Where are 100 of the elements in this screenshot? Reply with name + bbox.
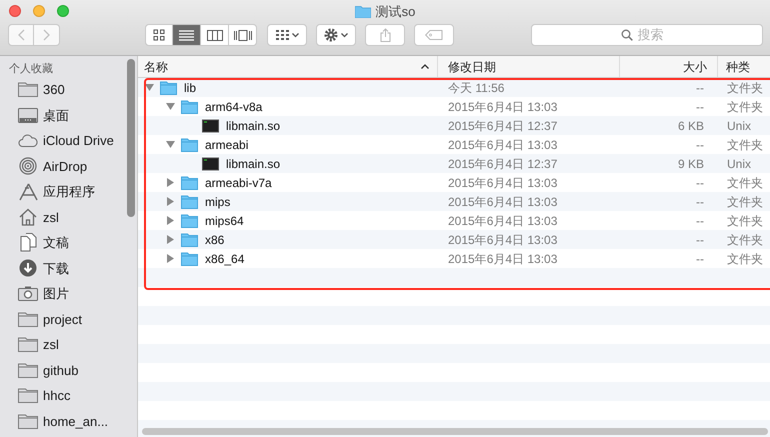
- sidebar-item[interactable]: home_an...: [43, 412, 108, 431]
- sidebar-item[interactable]: zsl: [43, 335, 59, 354]
- sidebar-item[interactable]: 图片: [43, 284, 69, 304]
- cloud-icon: [18, 134, 38, 148]
- tag-button[interactable]: [414, 24, 454, 46]
- gear-icon: [324, 28, 338, 42]
- documents-icon: [20, 233, 36, 252]
- folder-icon: [18, 312, 38, 327]
- folder-icon: [181, 138, 198, 152]
- sidebar-item[interactable]: 文稿: [43, 233, 69, 252]
- sidebar-item[interactable]: github: [43, 360, 78, 380]
- folder-icon: [354, 5, 371, 18]
- file-name[interactable]: x86: [205, 230, 224, 248]
- kind-cell: 文件夹: [727, 138, 763, 152]
- folder-icon: [18, 388, 38, 404]
- caret-icon: [341, 32, 348, 38]
- date-cell: 今天 11:56: [448, 80, 504, 94]
- folder-icon: [160, 80, 177, 94]
- disclosure-triangle-right-icon[interactable]: [167, 197, 174, 206]
- window-title: 测试so: [376, 3, 416, 21]
- size-cell-text: --: [696, 136, 704, 154]
- kind-cell: 文件夹: [727, 100, 763, 114]
- disclosure-triangle-right-icon[interactable]: [167, 254, 174, 263]
- horizontal-scrollbar[interactable]: [142, 428, 768, 435]
- disclosure-triangle-right-icon[interactable]: [167, 216, 174, 225]
- disclosure-triangle-right-icon[interactable]: [167, 235, 174, 244]
- size-cell-text: --: [696, 174, 704, 192]
- sidebar-item[interactable]: 桌面: [43, 106, 69, 125]
- close-button[interactable]: [9, 5, 21, 17]
- date-cell: 2015年6月4日 13:03: [448, 138, 558, 152]
- minimize-button[interactable]: [33, 5, 45, 17]
- file-name[interactable]: lib: [184, 78, 196, 96]
- search-field[interactable]: 搜索: [531, 24, 763, 46]
- sidebar-item[interactable]: project: [43, 310, 82, 329]
- folder-icon: [181, 100, 198, 114]
- date-cell: 2015年6月4日 13:03: [448, 176, 558, 190]
- scrollbar[interactable]: [127, 59, 135, 217]
- size-cell-text: --: [696, 98, 704, 116]
- file-name[interactable]: arm64-v8a: [205, 98, 262, 116]
- size-cell-text: --: [696, 232, 704, 248]
- kind-cell: Unix: [727, 118, 752, 132]
- view-mode-button[interactable]: [145, 24, 173, 46]
- disclosure-triangle-down-icon[interactable]: [166, 141, 175, 148]
- share-button[interactable]: [365, 24, 405, 46]
- columns-icon: [206, 30, 222, 40]
- disclosure-triangle-right-icon[interactable]: [167, 178, 174, 187]
- house-icon: [19, 208, 37, 226]
- desktop-icon: [18, 108, 38, 123]
- share-icon: [380, 28, 390, 42]
- kind-cell: 文件夹: [727, 176, 763, 190]
- sidebar-item[interactable]: zsl: [43, 208, 59, 227]
- file-name[interactable]: libmain.so: [226, 116, 280, 134]
- file-name[interactable]: armeabi-v7a: [205, 174, 272, 192]
- size-cell-text: --: [696, 250, 704, 268]
- camera-icon: [18, 286, 38, 302]
- folder-icon: [181, 214, 198, 228]
- sort-caret-icon: [421, 64, 429, 69]
- view-mode-button[interactable]: [201, 24, 229, 46]
- icon-view-icon: [153, 29, 165, 41]
- view-mode-button[interactable]: [229, 24, 257, 46]
- sidebar-item[interactable]: 应用程序: [43, 182, 95, 202]
- terminal-icon: [202, 118, 219, 132]
- size-cell-text: --: [696, 194, 704, 210]
- sidebar-item[interactable]: 下载: [43, 258, 69, 278]
- sidebar-item[interactable]: 360: [43, 80, 65, 100]
- arrange-button[interactable]: [267, 24, 307, 46]
- disclosure-triangle-down-icon[interactable]: [166, 103, 175, 110]
- view-mode-button[interactable]: [173, 24, 201, 46]
- kind-cell: 文件夹: [727, 80, 763, 94]
- folder-icon: [181, 232, 198, 246]
- folder-icon: [18, 362, 38, 378]
- sidebar-item[interactable]: AirDrop: [43, 156, 88, 176]
- column-header[interactable]: 大小: [683, 58, 707, 76]
- sidebar-item[interactable]: hhcc: [43, 386, 70, 406]
- search-input: 搜索: [638, 25, 674, 45]
- date-cell: 2015年6月4日 12:37: [448, 156, 558, 170]
- zoom-button[interactable]: [57, 5, 69, 17]
- list-icon: [179, 30, 194, 40]
- kind-cell: 文件夹: [727, 252, 763, 266]
- sidebar-item[interactable]: iCloud Drive: [43, 131, 114, 150]
- tag-icon: [425, 30, 443, 40]
- file-name[interactable]: mips64: [205, 212, 244, 230]
- date-cell: 2015年6月4日 13:03: [448, 100, 558, 114]
- action-button[interactable]: [316, 24, 356, 46]
- file-name[interactable]: x86_64: [205, 250, 244, 268]
- file-name[interactable]: mips: [205, 192, 230, 210]
- chevron-right-icon: [43, 29, 50, 41]
- folder-icon: [181, 194, 198, 208]
- column-header[interactable]: 种类: [726, 58, 750, 76]
- size-cell-text: --: [696, 80, 704, 96]
- kind-cell: 文件夹: [727, 214, 763, 228]
- size-cell-text: 9 KB: [678, 156, 704, 172]
- file-name[interactable]: armeabi: [205, 136, 248, 154]
- folder-icon: [181, 252, 198, 266]
- column-header[interactable]: 名称: [144, 58, 168, 76]
- terminal-icon: [202, 156, 219, 170]
- file-name[interactable]: libmain.so: [226, 154, 280, 172]
- chevron-left-icon: [18, 29, 24, 41]
- column-header[interactable]: 修改日期: [448, 58, 496, 76]
- disclosure-triangle-down-icon[interactable]: [145, 84, 154, 91]
